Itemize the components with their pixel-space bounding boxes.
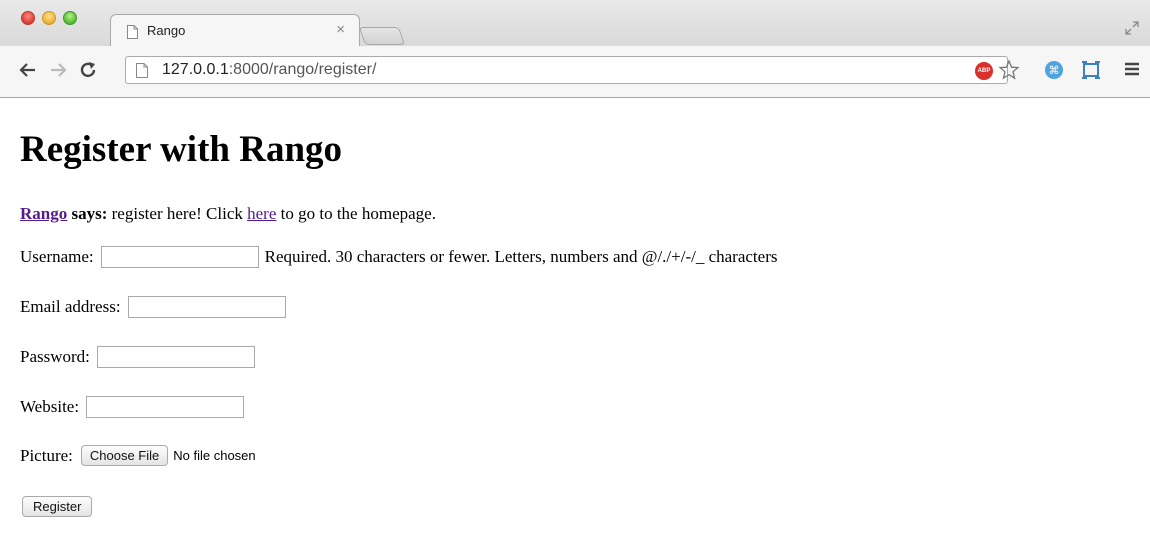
website-label: Website: xyxy=(20,397,80,416)
address-bar[interactable]: 127.0.0.1:8000/rango/register/ xyxy=(125,56,1008,84)
extension-icon[interactable]: ⌘ xyxy=(1044,60,1064,80)
says-text-before: register here! Click xyxy=(107,204,248,223)
username-help-text: Required. 30 characters or fewer. Letter… xyxy=(264,247,778,266)
arrow-left-icon[interactable] xyxy=(18,60,38,80)
arrow-right-icon[interactable] xyxy=(48,60,68,80)
email-row: Email address: xyxy=(20,296,286,318)
browser-tab[interactable]: Rango × xyxy=(110,14,360,46)
email-label: Email address: xyxy=(20,297,121,316)
fullscreen-icon[interactable] xyxy=(1124,20,1140,36)
password-row: Password: xyxy=(20,346,255,368)
password-field[interactable] xyxy=(96,346,255,368)
adblock-icon[interactable]: ABP xyxy=(975,62,993,80)
reload-icon[interactable] xyxy=(78,60,98,80)
register-button[interactable]: Register xyxy=(22,496,93,517)
star-icon[interactable] xyxy=(998,59,1020,81)
picture-row: Picture: Choose File No file chosen xyxy=(20,445,256,466)
username-row: Username: Required. 30 characters or few… xyxy=(20,246,777,268)
username-label: Username: xyxy=(20,247,94,266)
username-field[interactable] xyxy=(100,246,259,268)
zoom-window-button[interactable] xyxy=(63,11,77,25)
cast-icon[interactable] xyxy=(1081,60,1101,80)
svg-text:⌘: ⌘ xyxy=(1049,64,1060,77)
tab-title: Rango xyxy=(147,23,186,38)
browser-toolbar: 127.0.0.1:8000/rango/register/ ABP ⌘ xyxy=(0,46,1150,98)
says-text-after: to go to the homepage. xyxy=(276,204,436,223)
website-field[interactable] xyxy=(86,396,245,418)
says-label: says: xyxy=(71,204,108,223)
password-label: Password: xyxy=(20,347,90,366)
minimize-window-button[interactable] xyxy=(42,11,56,25)
url-text: 127.0.0.1:8000/rango/register/ xyxy=(162,61,376,79)
page-title: Register with Rango xyxy=(20,129,343,170)
rango-says-message: Rango says: register here! Click here to… xyxy=(20,204,436,224)
page-icon xyxy=(127,25,138,39)
menu-icon[interactable] xyxy=(1124,61,1140,77)
email-field[interactable] xyxy=(127,296,286,318)
picture-label: Picture: xyxy=(20,445,73,465)
url-path: :8000/rango/register/ xyxy=(228,61,377,78)
choose-file-button[interactable]: Choose File xyxy=(80,445,169,466)
close-window-button[interactable] xyxy=(21,11,35,25)
no-file-chosen-text: No file chosen xyxy=(173,448,256,463)
new-tab-button[interactable] xyxy=(358,27,406,45)
website-row: Website: xyxy=(20,396,245,418)
rango-link[interactable]: Rango xyxy=(20,204,67,223)
url-host: 127.0.0.1 xyxy=(162,61,229,78)
tab-close-icon[interactable]: × xyxy=(336,21,345,38)
homepage-link[interactable]: here xyxy=(247,204,276,223)
page-icon xyxy=(136,63,148,78)
